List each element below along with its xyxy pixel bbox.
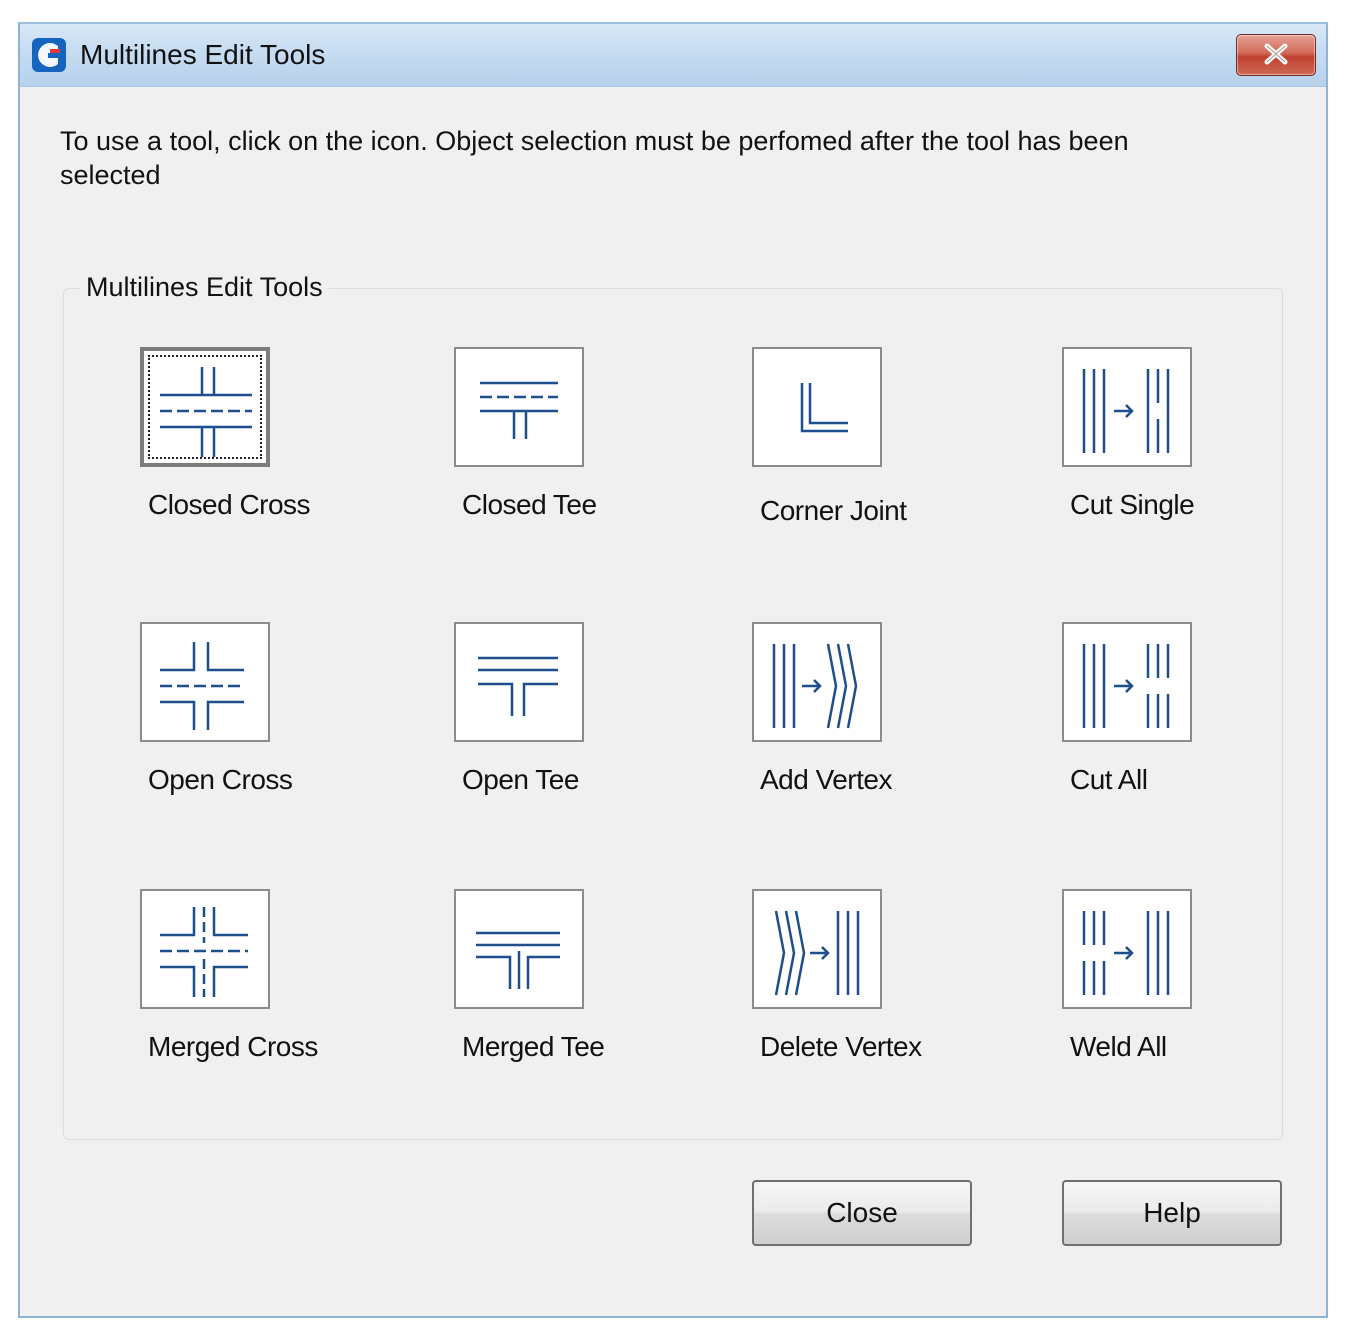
tool-open-cross: Open Cross <box>140 622 400 822</box>
cut-single-icon <box>1082 369 1170 453</box>
add-vertex-icon <box>772 643 858 729</box>
tool-corner-joint: Corner Joint <box>752 347 1012 547</box>
dialog-window: Multilines Edit Tools To use a tool, cli… <box>18 22 1328 1318</box>
closed-tee-button[interactable] <box>454 347 584 467</box>
delete-vertex-button[interactable] <box>752 889 882 1009</box>
tool-merged-cross: Merged Cross <box>140 889 400 1089</box>
tool-label: Open Tee <box>462 764 579 795</box>
tool-merged-tee: Merged Tee <box>454 889 714 1089</box>
closed-cross-button[interactable] <box>140 347 270 467</box>
tool-label: Cut All <box>1070 764 1148 795</box>
tool-label: Delete Vertex <box>760 1031 922 1062</box>
tool-cut-single: Cut Single <box>1062 347 1322 547</box>
tool-label: Add Vertex <box>760 764 892 795</box>
merged-cross-button[interactable] <box>140 889 270 1009</box>
tool-label: Open Cross <box>148 764 293 795</box>
delete-vertex-icon <box>774 910 860 996</box>
corner-joint-icon <box>800 383 848 433</box>
close-button[interactable]: Close <box>752 1180 972 1246</box>
weld-all-icon <box>1082 911 1170 995</box>
merged-tee-icon <box>476 931 560 989</box>
tool-label: Merged Cross <box>148 1031 318 1062</box>
tool-label: Merged Tee <box>462 1031 605 1062</box>
cut-all-button[interactable] <box>1062 622 1192 742</box>
tool-label: Cut Single <box>1070 489 1195 520</box>
tool-closed-cross: Closed Cross <box>140 347 400 547</box>
tool-closed-tee: Closed Tee <box>454 347 714 547</box>
tool-cut-all: Cut All <box>1062 622 1322 822</box>
groupbox-legend: Multilines Edit Tools <box>80 272 329 303</box>
tool-label: Closed Cross <box>148 489 311 520</box>
weld-all-button[interactable] <box>1062 889 1192 1009</box>
corner-joint-button[interactable] <box>752 347 882 467</box>
open-tee-button[interactable] <box>454 622 584 742</box>
window-title: Multilines Edit Tools <box>80 39 326 70</box>
tool-label: Closed Tee <box>462 489 597 520</box>
open-tee-icon <box>478 656 558 716</box>
closed-cross-icon <box>160 367 252 457</box>
title-bar[interactable]: Multilines Edit Tools <box>20 24 1326 87</box>
merged-cross-icon <box>160 907 248 997</box>
cut-all-icon <box>1082 644 1170 728</box>
tool-label: Weld All <box>1070 1031 1167 1062</box>
tool-weld-all: Weld All <box>1062 889 1322 1089</box>
app-logo-icon <box>32 38 66 72</box>
cut-single-button[interactable] <box>1062 347 1192 467</box>
add-vertex-button[interactable] <box>752 622 882 742</box>
tools-groupbox: Multilines Edit Tools Closed Cross Close… <box>63 272 1283 1140</box>
help-button[interactable]: Help <box>1062 1180 1282 1246</box>
open-cross-icon <box>160 642 244 730</box>
window-close-button[interactable] <box>1236 34 1316 76</box>
closed-tee-icon <box>480 381 558 439</box>
tool-label: Corner Joint <box>760 495 907 526</box>
tool-delete-vertex: Delete Vertex <box>752 889 1012 1089</box>
open-cross-button[interactable] <box>140 622 270 742</box>
tool-add-vertex: Add Vertex <box>752 622 1012 822</box>
instructions-text: To use a tool, click on the icon. Object… <box>60 126 1129 190</box>
merged-tee-button[interactable] <box>454 889 584 1009</box>
close-icon <box>1264 43 1288 65</box>
tool-open-tee: Open Tee <box>454 622 714 822</box>
